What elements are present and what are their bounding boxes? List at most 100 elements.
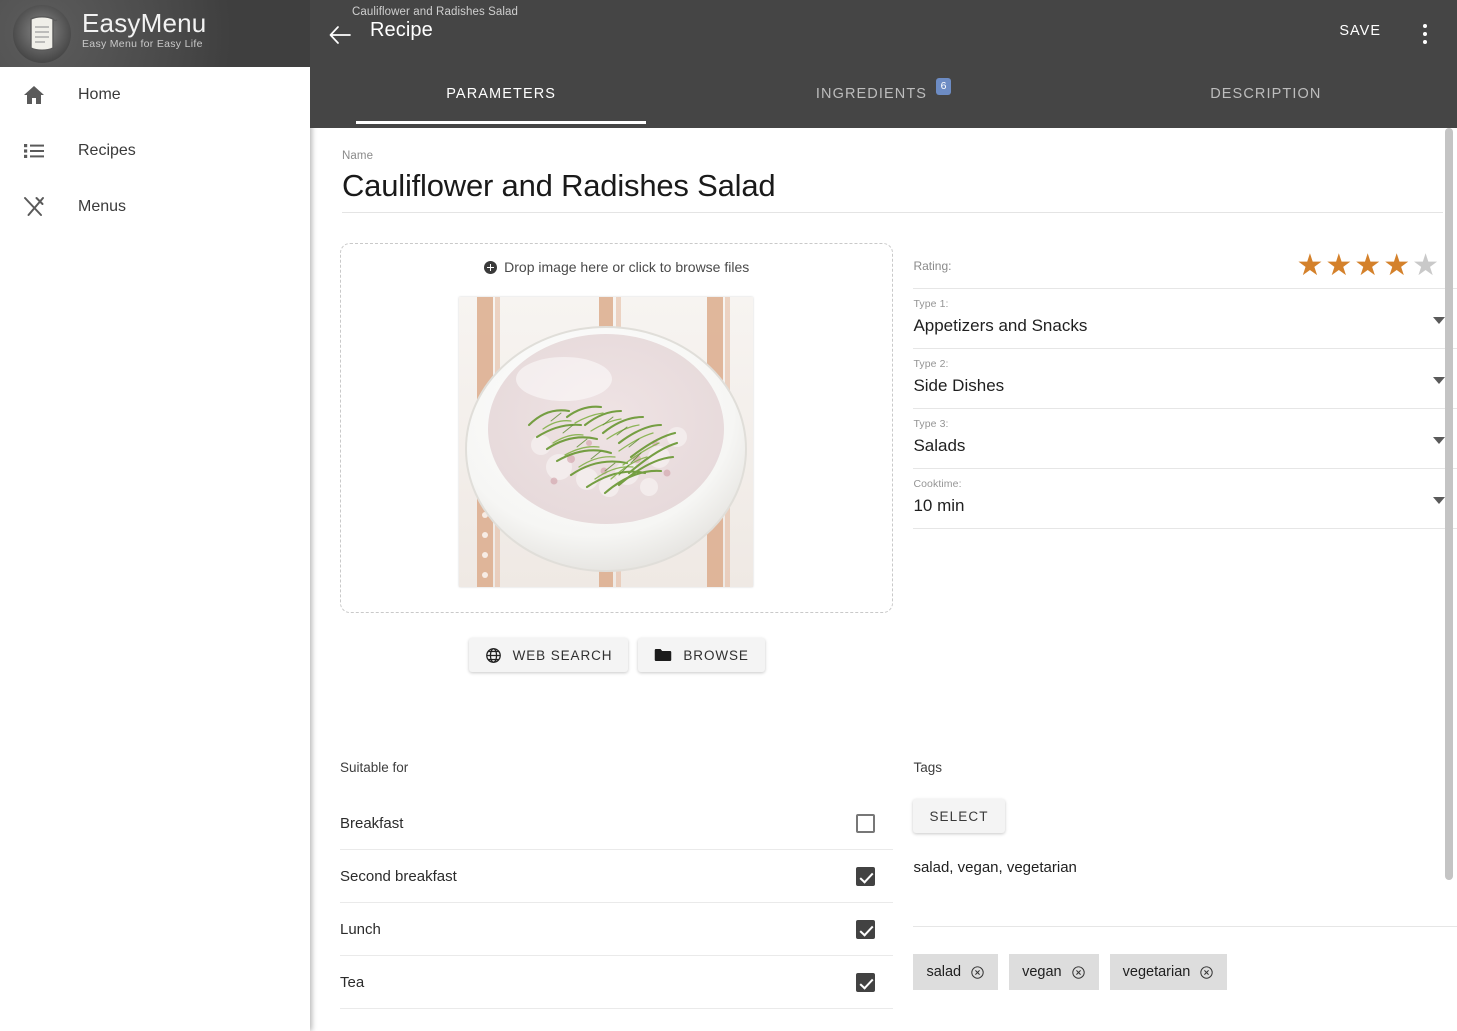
kebab-menu-icon[interactable] xyxy=(1412,18,1438,50)
type3-select[interactable]: Type 3: Salads xyxy=(913,409,1457,469)
recipe-name-field[interactable]: Name Cauliflower and Radishes Salad xyxy=(342,150,1443,213)
save-button[interactable]: SAVE xyxy=(1333,19,1387,43)
dropzone-hint-label: Drop image here or click to browse files xyxy=(504,259,750,275)
circle-x-icon[interactable] xyxy=(1199,965,1214,980)
chevron-down-icon[interactable] xyxy=(1433,437,1445,444)
type2-value: Side Dishes xyxy=(913,376,1005,395)
sidebar-item-menus[interactable]: Menus xyxy=(0,179,310,235)
brand-text: EasyMenu Easy Menu for Easy Life xyxy=(82,9,206,51)
rating-stars[interactable]: ★ ★ ★ ★ ★ xyxy=(1296,250,1439,281)
list-icon xyxy=(12,139,56,163)
suitable-breakfast-label: Breakfast xyxy=(340,814,404,832)
sidebar-item-recipes[interactable]: Recipes xyxy=(0,123,310,179)
star-4[interactable]: ★ xyxy=(1383,250,1410,281)
suitable-second-breakfast-checkbox[interactable] xyxy=(856,866,876,886)
brand-block: EasyMenu Easy Menu for Easy Life xyxy=(0,0,310,67)
circle-x-icon[interactable] xyxy=(1071,965,1086,980)
tags-summary: salad, vegan, vegetarian xyxy=(913,859,1077,876)
sidebar-item-menus-label: Menus xyxy=(78,198,127,215)
ingredients-count-badge: 6 xyxy=(936,78,952,95)
suitable-lunch-label: Lunch xyxy=(340,920,381,938)
chevron-down-icon[interactable] xyxy=(1433,377,1445,384)
tag-chip-salad: salad xyxy=(913,954,999,990)
tag-chip-vegetarian-label: vegetarian xyxy=(1122,964,1191,980)
suitable-breakfast-checkbox[interactable] xyxy=(856,813,876,833)
tag-chip-salad-label: salad xyxy=(926,964,962,980)
tab-ingredients[interactable]: INGREDIENTS 6 xyxy=(692,67,1074,128)
folder-icon xyxy=(654,647,672,663)
tags-select-button[interactable]: SELECT xyxy=(913,799,1005,833)
brand-title: EasyMenu xyxy=(82,8,207,38)
tags-label: Tags xyxy=(913,760,942,775)
star-1[interactable]: ★ xyxy=(1296,250,1323,281)
tag-chip-list: salad vegan vegetarian xyxy=(913,954,1457,990)
star-5[interactable]: ★ xyxy=(1412,250,1439,281)
list-item[interactable]: Breakfast xyxy=(340,797,894,850)
type1-value: Appetizers and Snacks xyxy=(913,316,1088,335)
header-subtitle: Cauliflower and Radishes Salad xyxy=(352,6,519,18)
type3-value: Salads xyxy=(913,436,966,455)
type1-label: Type 1: xyxy=(913,298,949,310)
suitable-for-section: Suitable for Breakfast Second breakfast … xyxy=(340,760,894,1009)
back-arrow-icon[interactable] xyxy=(323,18,357,52)
app-root: EasyMenu Easy Menu for Easy Life Caulifl… xyxy=(0,0,1457,1031)
cooktime-label: Cooktime: xyxy=(913,478,962,490)
sidebar-item-home[interactable]: Home xyxy=(0,67,310,123)
rating-row[interactable]: Rating: ★ ★ ★ ★ ★ xyxy=(913,243,1457,289)
tab-ingredients-label: INGREDIENTS xyxy=(815,85,928,102)
suitable-tea-checkbox[interactable] xyxy=(856,972,876,992)
name-underline xyxy=(342,212,1443,213)
tags-divider xyxy=(913,926,1457,927)
browse-label: BROWSE xyxy=(683,647,749,663)
recipe-name-input[interactable]: Cauliflower and Radishes Salad xyxy=(342,164,1443,208)
fork-knife-icon xyxy=(12,195,56,219)
type2-select[interactable]: Type 2: Side Dishes xyxy=(913,349,1457,409)
page-title: Recipe xyxy=(370,19,433,41)
tag-chip-vegan: vegan xyxy=(1009,954,1099,990)
tab-description-label: DESCRIPTION xyxy=(1210,85,1322,102)
cooktime-select[interactable]: Cooktime: 10 min xyxy=(913,469,1457,529)
cooktime-value: 10 min xyxy=(913,496,965,515)
browse-button[interactable]: BROWSE xyxy=(638,638,765,672)
web-search-label: WEB SEARCH xyxy=(512,647,613,663)
suitable-for-label: Suitable for xyxy=(340,760,409,775)
star-2[interactable]: ★ xyxy=(1325,250,1352,281)
home-icon xyxy=(12,83,56,107)
header-main: Cauliflower and Radishes Salad Recipe SA… xyxy=(310,0,1457,67)
image-action-buttons: WEB SEARCH BROWSE xyxy=(340,638,893,672)
chevron-down-icon[interactable] xyxy=(1433,317,1445,324)
type2-label: Type 2: xyxy=(913,358,949,370)
list-item[interactable]: Second breakfast xyxy=(340,850,894,903)
brand-tagline: Easy Menu for Easy Life xyxy=(82,38,203,50)
tab-description[interactable]: DESCRIPTION xyxy=(1075,67,1457,128)
suitable-for-list: Breakfast Second breakfast Lunch Tea xyxy=(340,797,894,1009)
tags-section: Tags SELECT salad, vegan, vegetarian sal… xyxy=(913,760,1457,1009)
scroll-document-icon xyxy=(13,5,71,63)
suitable-lunch-checkbox[interactable] xyxy=(856,919,876,939)
tag-chip-vegetarian: vegetarian xyxy=(1109,954,1228,990)
web-search-button[interactable]: WEB SEARCH xyxy=(468,638,629,672)
rating-label: Rating: xyxy=(913,258,952,273)
globe-icon xyxy=(485,647,502,664)
top-app-bar: EasyMenu Easy Menu for Easy Life Caulifl… xyxy=(0,0,1457,67)
tag-chip-vegan-label: vegan xyxy=(1022,964,1062,980)
list-item[interactable]: Lunch xyxy=(340,903,894,956)
scrollbar-thumb[interactable] xyxy=(1445,128,1453,880)
recipe-name-label: Name xyxy=(342,150,374,162)
dropzone-hint: Drop image here or click to browse files xyxy=(341,259,892,275)
content-area: Name Cauliflower and Radishes Salad Drop… xyxy=(310,128,1457,1031)
star-3[interactable]: ★ xyxy=(1354,250,1381,281)
list-item[interactable]: Tea xyxy=(340,956,894,1009)
suitable-second-breakfast-label: Second breakfast xyxy=(340,867,457,885)
suitable-tea-label: Tea xyxy=(340,973,365,991)
recipe-photo xyxy=(459,297,753,587)
circle-x-icon[interactable] xyxy=(970,965,985,980)
image-dropzone[interactable]: Drop image here or click to browse files xyxy=(340,243,894,613)
type3-label: Type 3: xyxy=(913,418,949,430)
sidebar: Home Recipes Menus xyxy=(0,67,310,1031)
tab-parameters[interactable]: PARAMETERS xyxy=(310,67,692,128)
type1-select[interactable]: Type 1: Appetizers and Snacks xyxy=(913,289,1457,349)
sidebar-item-home-label: Home xyxy=(78,86,121,103)
chevron-down-icon[interactable] xyxy=(1433,497,1445,504)
properties-panel: Rating: ★ ★ ★ ★ ★ Type 1: Appetizers and… xyxy=(913,243,1457,672)
